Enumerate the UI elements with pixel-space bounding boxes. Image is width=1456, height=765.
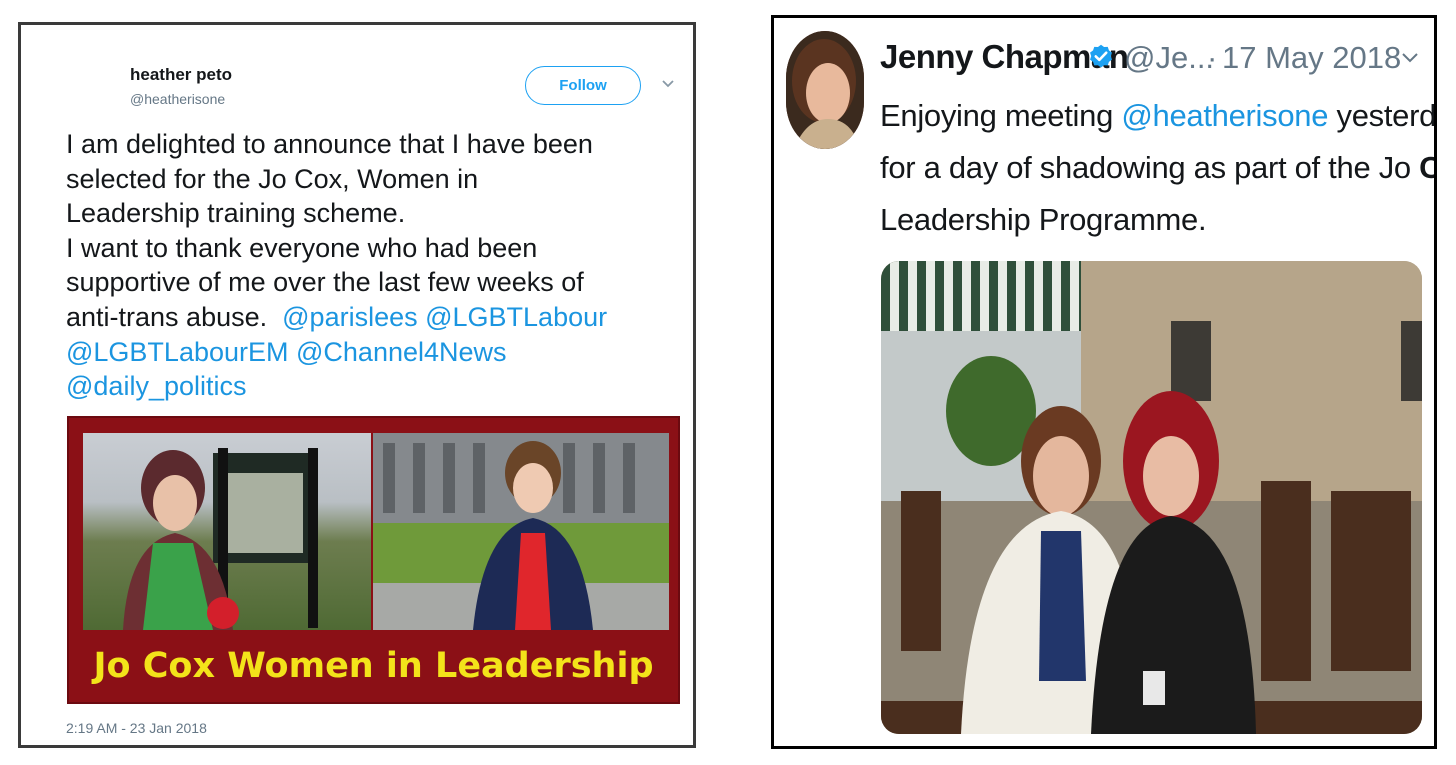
mention-link[interactable]: @heatherisone — [1121, 98, 1328, 133]
tweet-line: Enjoying meeting @heatherisone yesterday — [880, 90, 1434, 142]
separator-dot: · — [1207, 40, 1218, 75]
follow-button[interactable]: Follow — [525, 66, 641, 105]
tweet-image-banner[interactable]: Jo Cox Women in Leadership — [67, 416, 680, 704]
cropped-text-fragment — [81, 25, 693, 33]
tweet-line: Leadership training scheme. — [66, 198, 406, 229]
verified-badge-icon — [1090, 44, 1112, 68]
tweet-text: I am delighted to announce that I have b… — [66, 127, 686, 404]
tweet-date[interactable]: 17 May 2018 — [1222, 40, 1401, 76]
tweet-card-heather: heather peto @heatherisone Follow I am d… — [18, 22, 696, 748]
mention-link[interactable]: @daily_politics — [66, 369, 686, 404]
chevron-down-icon[interactable] — [661, 77, 675, 91]
tweet-line: selected for the Jo Cox, Women in — [66, 163, 479, 194]
tweet-line: anti-trans abuse. @parislees @LGBTLabour — [66, 300, 686, 335]
avatar[interactable] — [786, 31, 864, 149]
photo-illustration — [123, 448, 318, 630]
author-name[interactable]: heather peto — [130, 65, 232, 85]
tweet-line-text: Enjoying meeting — [880, 98, 1114, 133]
tweet-bold-text: Cox — [1419, 150, 1434, 185]
tweet-line: I want to thank everyone who had been — [66, 232, 538, 263]
mention-links[interactable]: @LGBTLabourEM @Channel4News — [66, 335, 686, 370]
avatar-illustration — [786, 31, 864, 149]
chevron-down-icon[interactable] — [1400, 48, 1420, 68]
tweet-line-text: yesterday — [1336, 98, 1437, 133]
mention-links[interactable]: @parislees @LGBTLabour — [282, 302, 607, 332]
photo-jo-cox-portrait — [373, 433, 669, 630]
photo-illustration — [881, 261, 1422, 734]
tweet-text: Enjoying meeting @heatherisone yesterday… — [880, 90, 1434, 246]
photo-heather-noticeboard — [83, 433, 371, 630]
tweet-line: for a day of shadowing as part of the Jo… — [880, 142, 1434, 194]
tweet-photo[interactable] — [881, 261, 1422, 734]
author-handle[interactable]: @Je... — [1124, 40, 1214, 76]
tweet-line: Leadership Programme. — [880, 202, 1207, 237]
tweet-line-text: anti-trans abuse. — [66, 301, 268, 332]
tweet-line: supportive of me over the last few weeks… — [66, 267, 584, 298]
tweet-timestamp[interactable]: 2:19 AM - 23 Jan 2018 — [66, 720, 207, 736]
author-handle[interactable]: @heatherisone — [130, 91, 225, 107]
tweet-line: I am delighted to announce that I have b… — [66, 129, 593, 159]
tweet-line-text: for a day of shadowing as part of the Jo — [880, 150, 1411, 185]
banner-caption: Jo Cox Women in Leadership — [93, 646, 654, 686]
tweet-card-jenny: Jenny Chapman @Je... · 17 May 2018 Enjoy… — [771, 15, 1437, 749]
photo-illustration — [373, 433, 669, 630]
